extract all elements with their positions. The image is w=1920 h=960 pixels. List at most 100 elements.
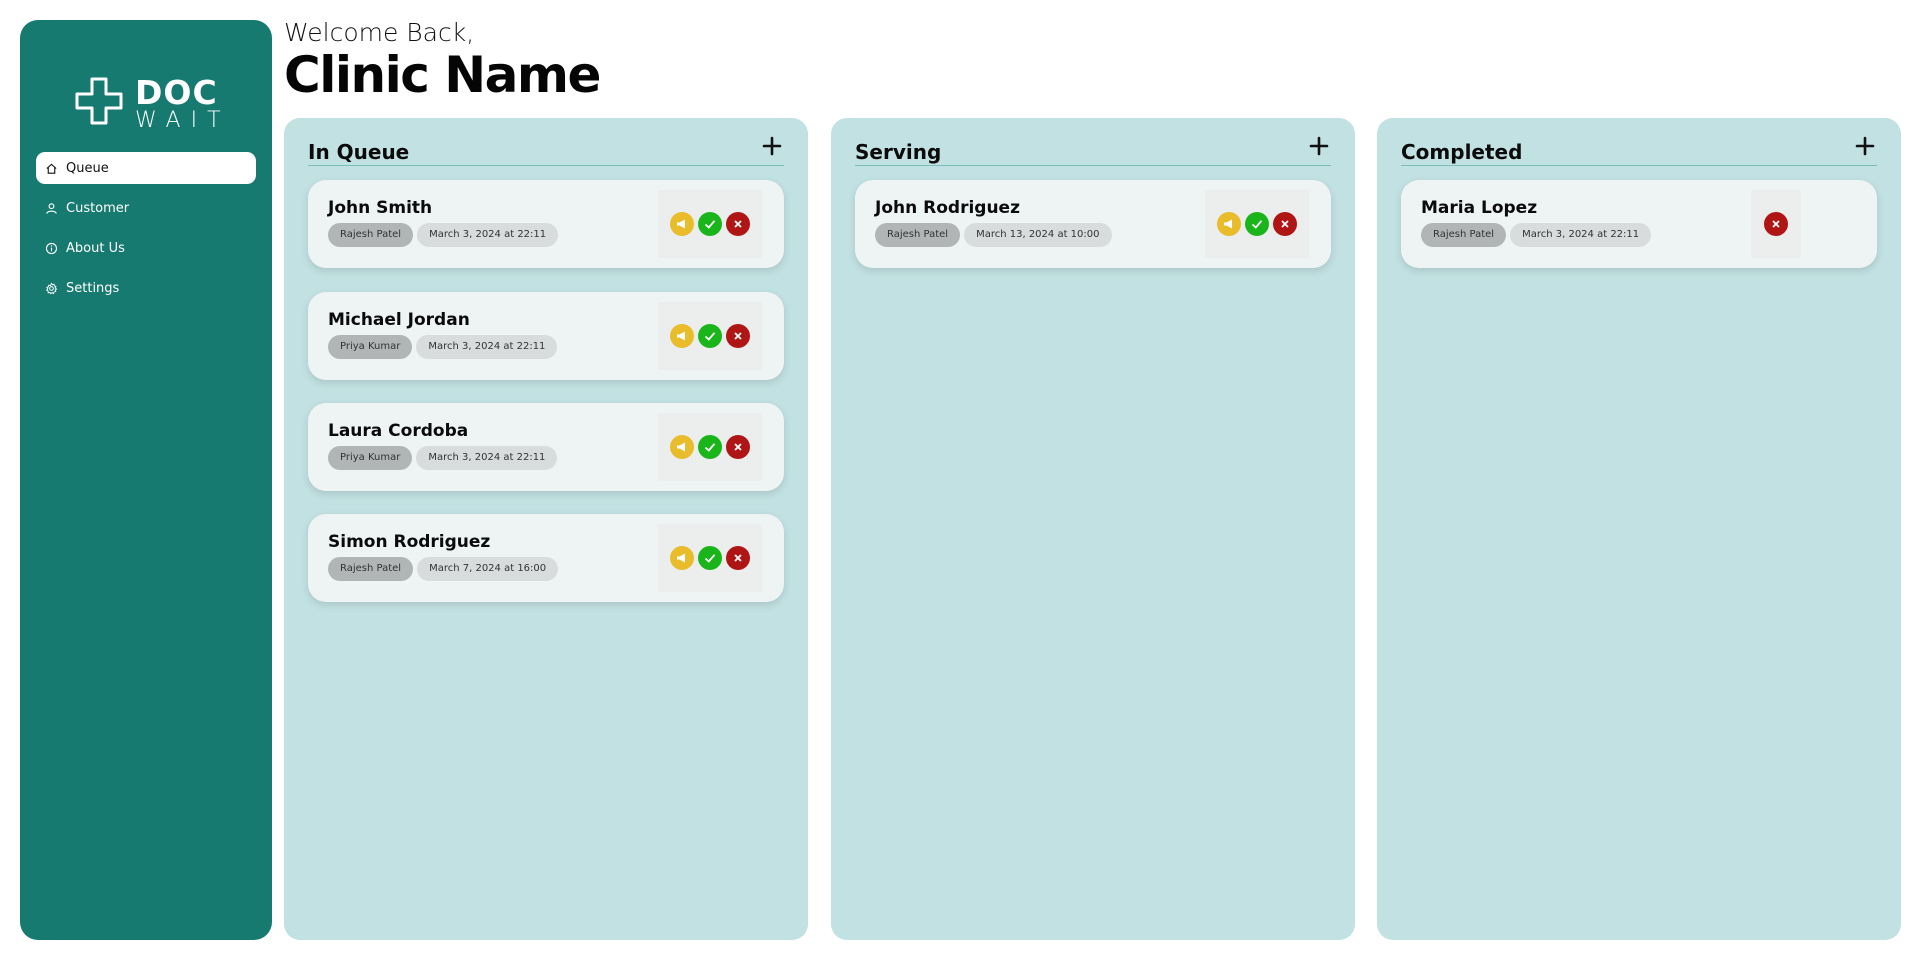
complete-button[interactable] <box>698 324 722 348</box>
check-icon <box>704 554 716 563</box>
complete-button[interactable] <box>1245 212 1269 236</box>
doctor-badge: Priya Kumar <box>328 335 413 359</box>
patient-name: Simon Rodriguez <box>328 532 491 552</box>
sidebar-item-customer[interactable]: Customer <box>36 192 256 224</box>
card-actions <box>658 190 762 258</box>
date-badge: March 3, 2024 at 22:11 <box>1510 223 1652 247</box>
check-icon <box>1251 220 1263 229</box>
doctor-badge: Rajesh Patel <box>875 223 961 247</box>
sidebar-item-label: About Us <box>66 240 125 256</box>
sidebar-item-label: Customer <box>66 200 130 216</box>
megaphone-icon <box>1224 219 1232 229</box>
sidebar-item-label: Settings <box>66 280 120 296</box>
brand-bottom: WAIT <box>135 108 231 133</box>
column-title: Completed <box>1401 140 1523 164</box>
info-icon <box>45 242 58 254</box>
sidebar-item-label: Queue <box>66 160 109 176</box>
column-serving: Serving John Rodriguez Rajesh Patel Marc… <box>831 118 1355 940</box>
doctor-badge: Rajesh Patel <box>328 223 414 247</box>
page-title: Clinic Name <box>284 46 601 104</box>
column-title: In Queue <box>308 140 410 164</box>
card-badges: Rajesh Patel March 3, 2024 at 22:11 <box>328 223 559 247</box>
column-completed: Completed Maria Lopez Rajesh Patel March… <box>1377 118 1901 940</box>
call-button[interactable] <box>670 435 694 459</box>
close-icon <box>734 332 742 340</box>
cancel-button[interactable] <box>726 212 750 236</box>
call-button[interactable] <box>670 212 694 236</box>
date-badge: March 7, 2024 at 16:00 <box>417 557 559 581</box>
card-badges: Rajesh Patel March 7, 2024 at 16:00 <box>328 557 559 581</box>
medical-cross-icon <box>75 77 123 125</box>
card-actions <box>658 302 762 370</box>
close-icon <box>734 554 742 562</box>
card-badges: Priya Kumar March 3, 2024 at 22:11 <box>328 446 558 470</box>
column-title: Serving <box>855 140 942 164</box>
date-badge: March 3, 2024 at 22:11 <box>416 335 558 359</box>
megaphone-icon <box>677 442 685 452</box>
check-icon <box>704 332 716 341</box>
patient-card[interactable]: John Rodriguez Rajesh Patel March 13, 20… <box>855 180 1331 268</box>
megaphone-icon <box>677 553 685 563</box>
patient-card[interactable]: Michael Jordan Priya Kumar March 3, 2024… <box>308 292 784 380</box>
card-badges: Priya Kumar March 3, 2024 at 22:11 <box>328 335 558 359</box>
card-badges: Rajesh Patel March 13, 2024 at 10:00 <box>875 223 1112 247</box>
date-badge: March 3, 2024 at 22:11 <box>416 446 558 470</box>
date-badge: March 3, 2024 at 22:11 <box>417 223 559 247</box>
sidebar: DOC WAIT Queue Customer About Us Setting… <box>20 20 272 940</box>
date-badge: March 13, 2024 at 10:00 <box>964 223 1112 247</box>
doctor-badge: Rajesh Patel <box>1421 223 1507 247</box>
card-actions <box>658 413 762 481</box>
megaphone-icon <box>677 331 685 341</box>
patient-card[interactable]: Laura Cordoba Priya Kumar March 3, 2024 … <box>308 403 784 491</box>
greeting: Welcome Back, <box>284 18 475 47</box>
home-icon <box>46 163 57 174</box>
close-icon <box>1281 220 1289 228</box>
doctor-badge: Priya Kumar <box>328 446 413 470</box>
card-badges: Rajesh Patel March 3, 2024 at 22:11 <box>1421 223 1652 247</box>
patient-name: Maria Lopez <box>1421 198 1538 218</box>
card-actions <box>1751 190 1801 258</box>
cancel-button[interactable] <box>1273 212 1297 236</box>
patient-card[interactable]: Maria Lopez Rajesh Patel March 3, 2024 a… <box>1401 180 1877 268</box>
patient-name: Michael Jordan <box>328 310 470 330</box>
logo: DOC WAIT <box>74 76 224 136</box>
card-actions <box>1205 190 1309 258</box>
column-header: Serving <box>855 136 1331 166</box>
add-icon[interactable] <box>1853 134 1877 158</box>
column-header: Completed <box>1401 136 1877 166</box>
close-icon <box>734 220 742 228</box>
patient-card[interactable]: Simon Rodriguez Rajesh Patel March 7, 20… <box>308 514 784 602</box>
brand-top: DOC <box>135 73 218 112</box>
close-icon <box>1772 220 1780 228</box>
call-button[interactable] <box>670 546 694 570</box>
complete-button[interactable] <box>698 435 722 459</box>
cancel-button[interactable] <box>726 546 750 570</box>
patient-card[interactable]: John Smith Rajesh Patel March 3, 2024 at… <box>308 180 784 268</box>
check-icon <box>704 220 716 229</box>
add-icon[interactable] <box>760 134 784 158</box>
sidebar-nav: Queue Customer About Us Settings <box>36 152 256 312</box>
cancel-button[interactable] <box>726 435 750 459</box>
call-button[interactable] <box>670 324 694 348</box>
cancel-button[interactable] <box>1764 212 1788 236</box>
complete-button[interactable] <box>698 212 722 236</box>
complete-button[interactable] <box>698 546 722 570</box>
cancel-button[interactable] <box>726 324 750 348</box>
add-icon[interactable] <box>1307 134 1331 158</box>
patient-name: John Smith <box>328 198 433 218</box>
sidebar-item-about-us[interactable]: About Us <box>36 232 256 264</box>
card-actions <box>658 524 762 592</box>
column-header: In Queue <box>308 136 784 166</box>
call-button[interactable] <box>1217 212 1241 236</box>
check-icon <box>704 443 716 452</box>
doctor-badge: Rajesh Patel <box>328 557 414 581</box>
gear-icon <box>45 281 58 294</box>
sidebar-item-queue[interactable]: Queue <box>36 152 256 184</box>
column-in-queue: In Queue John Smith Rajesh Patel March 3… <box>284 118 808 940</box>
megaphone-icon <box>677 219 685 229</box>
patient-name: Laura Cordoba <box>328 421 469 441</box>
sidebar-item-settings[interactable]: Settings <box>36 272 256 304</box>
close-icon <box>734 443 742 451</box>
patient-name: John Rodriguez <box>875 198 1020 218</box>
user-icon <box>46 202 57 214</box>
